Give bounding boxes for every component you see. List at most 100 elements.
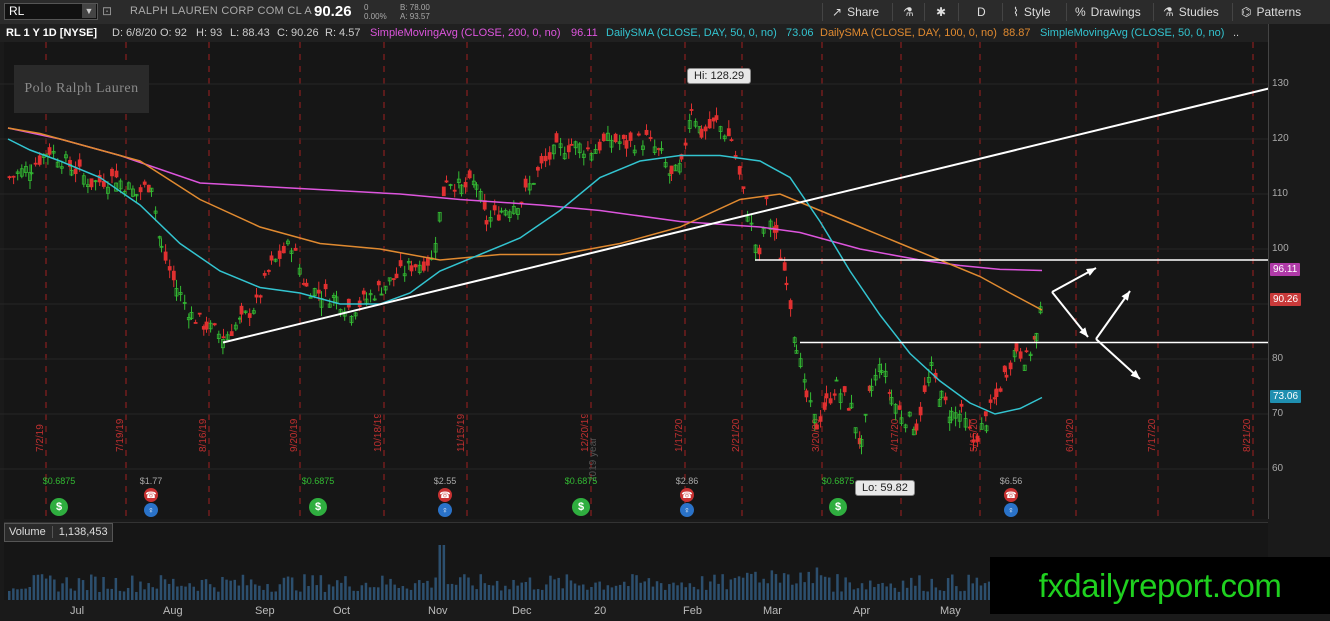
volume-bar [163, 579, 167, 600]
candle-body [922, 385, 927, 392]
link-icon[interactable]: ⊡ [102, 4, 116, 18]
sma100-line [7, 127, 1043, 311]
candle-body [714, 115, 719, 120]
volume-bar [114, 577, 118, 600]
flask-button[interactable]: ⚗ [903, 0, 919, 24]
ohlc-close: C: 90.26 [277, 27, 319, 39]
volume-bar [311, 575, 314, 600]
earnings-call-icon[interactable]: ☎ [1004, 488, 1018, 502]
volume-bar [225, 579, 228, 600]
candle-body [204, 321, 209, 330]
volume-bar [102, 576, 105, 600]
volume-bar [155, 588, 159, 600]
price-tick-label: 110 [1272, 188, 1288, 199]
divider [1232, 3, 1233, 21]
candle-body [628, 132, 633, 141]
symbol-dropdown-icon[interactable]: ▼ [82, 4, 96, 18]
volume-bar [766, 583, 769, 600]
volume-bar [901, 580, 905, 600]
volume-bar [336, 580, 339, 600]
candle-body [778, 257, 783, 260]
volume-bar [131, 575, 134, 600]
volume-bar [8, 590, 11, 600]
volume-bar [372, 587, 376, 600]
volume-bar [684, 587, 687, 600]
dividend-icon[interactable]: $ [829, 498, 847, 516]
earnings-call-icon[interactable]: ☎ [438, 488, 452, 502]
candle-body [346, 298, 351, 308]
study-sma200-value: 96.11 [571, 27, 598, 39]
study-sma50-label[interactable]: SimpleMovingAvg (CLOSE, 50, 0, no) [1040, 24, 1224, 42]
drawings-button[interactable]: % Drawings [1075, 0, 1141, 24]
candle-body [975, 435, 980, 442]
month-label: Sep [255, 605, 275, 617]
style-button[interactable]: ⌇ Style [1013, 0, 1051, 24]
volume-bar [528, 577, 532, 600]
study-sma200-label[interactable]: SimpleMovingAvg (CLOSE, 200, 0, no) [370, 24, 561, 42]
volume-bar [319, 575, 323, 600]
candle-body [409, 265, 414, 272]
candle-body [266, 269, 271, 272]
dividend-icon[interactable]: $ [50, 498, 68, 516]
volume-bar [832, 591, 835, 600]
volume-bar [36, 574, 40, 600]
candle-body [707, 119, 712, 129]
volume-bar [819, 575, 823, 600]
volume-bar [245, 585, 249, 600]
volume-bar [840, 591, 843, 600]
candle-body [983, 411, 988, 417]
volume-bar [536, 589, 540, 600]
price-chart[interactable]: 7/2/19 7/19/19 8/16/19 9/20/19 10/18/19 11/15… [0, 42, 1268, 519]
volume-bar [524, 581, 528, 600]
share-button[interactable]: ↗ Share [832, 0, 879, 24]
volume-bar [270, 591, 273, 600]
last-price: 90.26 [314, 3, 352, 20]
volume-bar [864, 589, 868, 600]
dividend-icon[interactable]: $ [572, 498, 590, 516]
volume-bar [450, 583, 454, 600]
study-dailysma100-label[interactable]: DailySMA (CLOSE, DAY, 100, 0, no) [820, 24, 997, 42]
studies-button[interactable]: ⚗ Studies [1163, 0, 1219, 24]
candle-body [636, 133, 641, 136]
volume-bar [438, 545, 441, 600]
candle-body [484, 220, 489, 225]
volume-bar [69, 588, 72, 600]
volume-bar [73, 590, 77, 600]
dividend-icon[interactable]: $ [309, 498, 327, 516]
earnings-icon[interactable]: ♀ [1004, 503, 1018, 517]
volume-bar [672, 582, 675, 600]
earnings-icon[interactable]: ♀ [680, 503, 694, 517]
divider [822, 3, 823, 21]
earnings-call-icon[interactable]: ☎ [144, 488, 158, 502]
volume-bar [598, 581, 601, 600]
candle-body [699, 128, 704, 138]
volume-bar [385, 584, 388, 600]
volume-bar [668, 584, 671, 600]
candle-body [89, 178, 94, 188]
volume-bar [836, 574, 839, 600]
candle-body [918, 406, 923, 416]
percent-icon: % [1075, 5, 1086, 19]
dividend-label: $0.6875 [821, 476, 855, 486]
volume-bar [278, 584, 282, 600]
volume-bar [364, 582, 368, 600]
candle-body [376, 281, 381, 286]
studies-flask-icon: ⚗ [1163, 5, 1174, 19]
earnings-icon[interactable]: ♀ [438, 503, 452, 517]
volume-bar [946, 578, 950, 600]
earnings-label: $2.86 [675, 476, 699, 486]
volume-bar [24, 588, 27, 600]
period-button[interactable]: D [977, 0, 986, 24]
candle-body [444, 180, 449, 183]
earnings-icon[interactable]: ♀ [144, 503, 158, 517]
candle-body [543, 155, 548, 162]
settings-button[interactable]: ✱ [936, 0, 951, 24]
patterns-button[interactable]: ⌬ Patterns [1241, 0, 1301, 24]
price-tick-label: 70 [1272, 408, 1284, 419]
earnings-call-icon[interactable]: ☎ [680, 488, 694, 502]
candle-body [887, 392, 892, 394]
study-dailysma50-label[interactable]: DailySMA (CLOSE, DAY, 50, 0, no) [606, 24, 777, 42]
arrow-up-head [1121, 291, 1130, 301]
candle-body [804, 390, 809, 398]
ask-price: A: 93.57 [400, 12, 430, 21]
